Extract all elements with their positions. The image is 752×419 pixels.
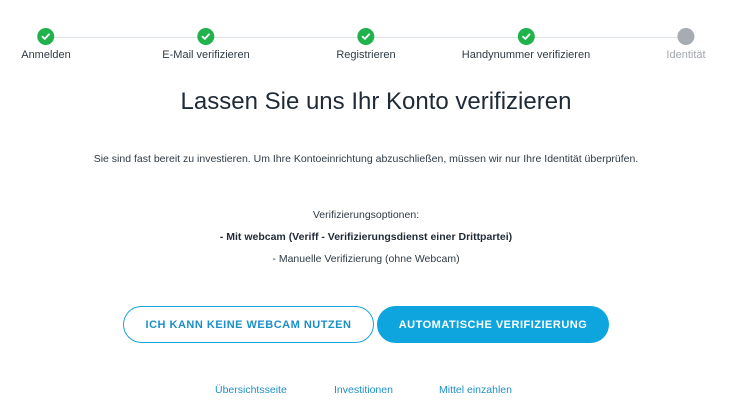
- step-registrieren: Registrieren: [336, 28, 396, 61]
- footer-link-investments[interactable]: Investitionen: [334, 384, 393, 396]
- progress-stepper: Anmelden E-Mail verifizieren Registriere…: [0, 28, 752, 68]
- option-webcam: - Mit webcam (Veriff - Verifizierungsdie…: [219, 231, 513, 243]
- page-title: Lassen Sie uns Ihr Konto verifizieren: [180, 88, 572, 115]
- options-heading: Verifizierungsoptionen:: [312, 209, 420, 221]
- check-icon: [197, 28, 215, 45]
- step-handynummer-verifizieren: Handynummer verifizieren: [462, 28, 590, 61]
- footer-link-deposit[interactable]: Mittel einzahlen: [439, 384, 512, 396]
- step-email-verifizieren: E-Mail verifizieren: [162, 28, 250, 61]
- step-anmelden: Anmelden: [21, 28, 71, 61]
- check-icon: [517, 28, 535, 45]
- no-webcam-button[interactable]: ICH KANN KEINE WEBCAM NUTZEN: [123, 306, 374, 343]
- pending-dot-icon: [677, 28, 695, 45]
- automatic-verification-button[interactable]: AUTOMATISCHE VERIFIZIERUNG: [377, 306, 609, 343]
- verification-options: Verifizierungsoptionen: - Mit webcam (Ve…: [0, 208, 732, 274]
- option-manual: - Manuelle Verifizierung (ohne Webcam): [272, 253, 460, 265]
- step-label: Anmelden: [21, 49, 71, 61]
- check-icon: [357, 28, 375, 45]
- check-icon: [37, 28, 55, 45]
- page-subtitle: Sie sind fast bereit zu investieren. Um …: [93, 153, 639, 165]
- step-identitaet: Identität: [666, 28, 706, 61]
- step-label: E-Mail verifizieren: [162, 49, 250, 61]
- step-label: Registrieren: [336, 49, 396, 61]
- step-label: Handynummer verifizieren: [461, 49, 591, 61]
- footer-link-overview[interactable]: Übersichtsseite: [215, 384, 287, 396]
- step-label: Identität: [666, 49, 706, 61]
